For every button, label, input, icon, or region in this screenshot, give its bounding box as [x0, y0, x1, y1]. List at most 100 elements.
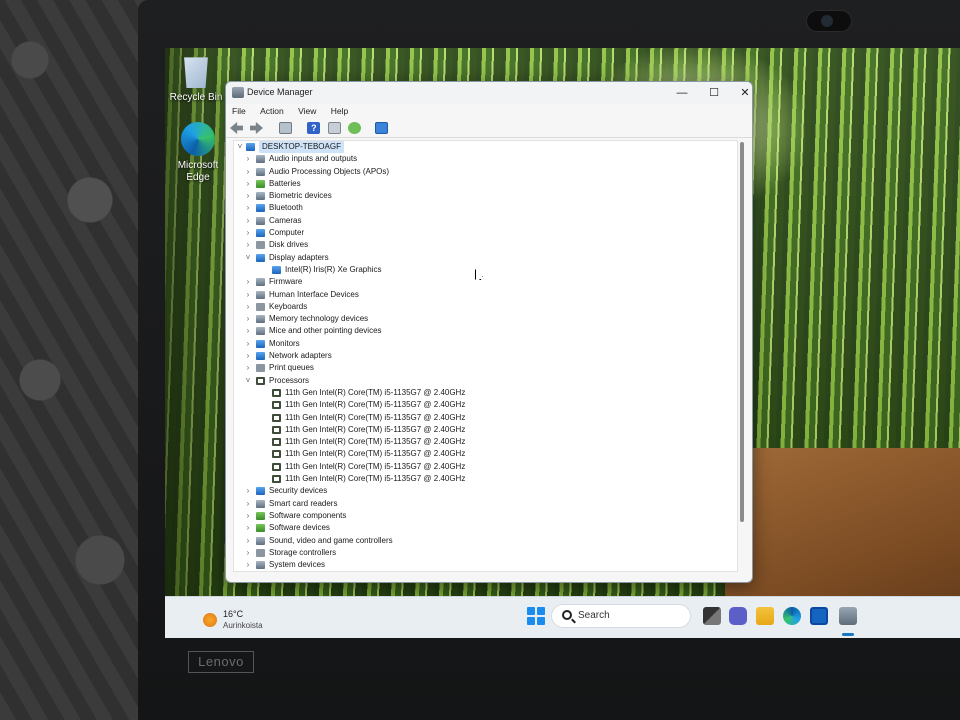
chevron-right-icon[interactable]: ›: [244, 215, 252, 227]
tree-device-item[interactable]: 11th Gen Intel(R) Core(TM) i5-1135G7 @ 2…: [234, 436, 737, 448]
tree-category-audio-inputs-and-outputs[interactable]: › Audio inputs and outputs: [234, 153, 737, 165]
tree-device-item[interactable]: 11th Gen Intel(R) Core(TM) i5-1135G7 @ 2…: [234, 424, 737, 436]
tree-category-bluetooth[interactable]: › Bluetooth: [234, 202, 737, 214]
tree-category-display-adapters[interactable]: ˅ Display adapters: [234, 252, 737, 264]
tree-category-processors[interactable]: ˅ Processors: [234, 375, 737, 387]
chevron-right-icon[interactable]: ›: [244, 289, 252, 301]
chevron-right-icon[interactable]: ›: [244, 535, 252, 547]
forward-arrow-icon[interactable]: [250, 122, 263, 134]
chevron-right-icon[interactable]: ›: [244, 301, 252, 313]
tree-category-biometric-devices[interactable]: › Biometric devices: [234, 190, 737, 202]
monitor-icon[interactable]: [374, 122, 388, 134]
tree-device-item[interactable]: 11th Gen Intel(R) Core(TM) i5-1135G7 @ 2…: [234, 399, 737, 411]
chevron-right-icon[interactable]: ›: [244, 571, 252, 572]
chevron-right-icon[interactable]: ›: [244, 276, 252, 288]
chevron-right-icon[interactable]: ›: [244, 178, 252, 190]
tree-category-sound-video-and-game-controllers[interactable]: › Sound, video and game controllers: [234, 535, 737, 547]
printer-icon: [256, 364, 265, 373]
chevron-right-icon[interactable]: ›: [244, 522, 252, 534]
chevron-right-icon[interactable]: ›: [244, 239, 252, 251]
tree-category-monitors[interactable]: › Monitors: [234, 338, 737, 350]
minimize-button[interactable]: —: [668, 84, 696, 102]
tree-category-storage-controllers[interactable]: › Storage controllers: [234, 547, 737, 559]
close-button[interactable]: ✕: [731, 84, 752, 102]
chevron-right-icon[interactable]: ›: [244, 227, 252, 239]
tree-device-item[interactable]: 11th Gen Intel(R) Core(TM) i5-1135G7 @ 2…: [234, 448, 737, 460]
tree-category-batteries[interactable]: › Batteries: [234, 178, 737, 190]
processor-icon: [272, 401, 281, 410]
menu-view[interactable]: View: [298, 104, 316, 118]
weather-description[interactable]: Aurinkoista: [223, 621, 263, 630]
tree-category-computer[interactable]: › Computer: [234, 227, 737, 239]
tree-category-smart-card-readers[interactable]: › Smart card readers: [234, 498, 737, 510]
weather-temperature[interactable]: 16°C: [223, 609, 243, 619]
menu-action[interactable]: Action: [260, 104, 284, 118]
store-icon[interactable]: [810, 607, 828, 625]
help-icon[interactable]: ?: [307, 122, 321, 134]
chevron-right-icon[interactable]: ›: [244, 153, 252, 165]
tree-category-keyboards[interactable]: › Keyboards: [234, 301, 737, 313]
chevron-right-icon[interactable]: ›: [244, 338, 252, 350]
chevron-down-icon[interactable]: ˅: [236, 141, 244, 153]
tree-category-audio-processing-objects-apos[interactable]: › Audio Processing Objects (APOs): [234, 166, 737, 178]
tree-category-firmware[interactable]: › Firmware: [234, 276, 737, 288]
tree-device-item[interactable]: Intel(R) Iris(R) Xe Graphics: [234, 264, 737, 276]
properties-icon[interactable]: [278, 122, 292, 134]
vertical-scrollbar[interactable]: [740, 142, 744, 522]
chevron-right-icon[interactable]: ›: [244, 190, 252, 202]
tree-category-network-adapters[interactable]: › Network adapters: [234, 350, 737, 362]
desktop-icon-microsoft-edge[interactable]: Microsoft Edge: [168, 122, 228, 184]
tree-category-universal-serial-bus-controllers[interactable]: › Universal Serial Bus controllers: [234, 571, 738, 572]
task-view-icon[interactable]: [703, 607, 721, 625]
desktop-icon-label: Recycle Bin: [169, 92, 223, 103]
tree-device-item[interactable]: 11th Gen Intel(R) Core(TM) i5-1135G7 @ 2…: [234, 473, 737, 485]
tree-device-item[interactable]: 11th Gen Intel(R) Core(TM) i5-1135G7 @ 2…: [234, 461, 737, 473]
chevron-right-icon[interactable]: ›: [244, 202, 252, 214]
menu-file[interactable]: File: [232, 104, 246, 118]
tree-category-system-devices[interactable]: › System devices: [234, 559, 737, 571]
teams-icon[interactable]: [729, 607, 747, 625]
start-icon[interactable]: [527, 607, 545, 625]
edge-icon[interactable]: [783, 607, 801, 625]
tree-category-memory-technology-devices[interactable]: › Memory technology devices: [234, 313, 737, 325]
chevron-down-icon[interactable]: ˅: [244, 252, 252, 264]
back-arrow-icon[interactable]: [230, 122, 243, 134]
chevron-right-icon[interactable]: ›: [244, 362, 252, 374]
tree-root-computer[interactable]: ˅ DESKTOP-TEBOAGF: [234, 141, 737, 154]
chevron-down-icon[interactable]: ˅: [244, 375, 252, 387]
speaker-icon: [256, 167, 265, 176]
chevron-right-icon[interactable]: ›: [244, 498, 252, 510]
device-tree-pane[interactable]: ˅ DESKTOP-TEBOAGF › Audio inputs and output…: [233, 140, 738, 572]
tree-category-disk-drives[interactable]: › Disk drives: [234, 239, 737, 251]
tree-device-item[interactable]: 11th Gen Intel(R) Core(TM) i5-1135G7 @ 2…: [234, 412, 737, 424]
search-icon: [562, 610, 572, 620]
sun-weather-icon[interactable]: [203, 613, 217, 627]
chevron-right-icon[interactable]: ›: [244, 547, 252, 559]
webcam: [806, 10, 852, 32]
chevron-right-icon[interactable]: ›: [244, 350, 252, 362]
show-hidden-icon[interactable]: [327, 122, 341, 134]
chevron-right-icon[interactable]: ›: [244, 559, 252, 571]
tree-category-software-components[interactable]: › Software components: [234, 510, 737, 522]
tree-category-security-devices[interactable]: › Security devices: [234, 485, 737, 497]
device-manager-taskbar-icon[interactable]: [839, 607, 857, 625]
chevron-right-icon[interactable]: ›: [244, 166, 252, 178]
chevron-right-icon[interactable]: ›: [244, 510, 252, 522]
tree-category-mice-and-other-pointing-devices[interactable]: › Mice and other pointing devices: [234, 325, 737, 337]
menu-help[interactable]: Help: [331, 104, 348, 118]
search-box[interactable]: Search: [551, 604, 691, 628]
maximize-button[interactable]: ☐: [700, 84, 728, 102]
chevron-right-icon[interactable]: ›: [244, 485, 252, 497]
tree-category-software-devices[interactable]: › Software devices: [234, 522, 737, 534]
tree-device-item[interactable]: 11th Gen Intel(R) Core(TM) i5-1135G7 @ 2…: [234, 387, 737, 399]
title-bar[interactable]: Device Manager — ☐ ✕: [226, 82, 752, 104]
file-explorer-icon[interactable]: [756, 607, 774, 625]
desktop-icon-recycle-bin[interactable]: Recycle Bin: [166, 54, 226, 104]
tree-item-label: 11th Gen Intel(R) Core(TM) i5-1135G7 @ 2…: [285, 400, 466, 410]
chevron-right-icon[interactable]: ›: [244, 313, 252, 325]
tree-category-human-interface-devices[interactable]: › Human Interface Devices: [234, 289, 737, 301]
update-driver-icon[interactable]: [348, 122, 362, 134]
chevron-right-icon[interactable]: ›: [244, 325, 252, 337]
tree-category-cameras[interactable]: › Cameras: [234, 215, 737, 227]
tree-category-print-queues[interactable]: › Print queues: [234, 362, 737, 374]
